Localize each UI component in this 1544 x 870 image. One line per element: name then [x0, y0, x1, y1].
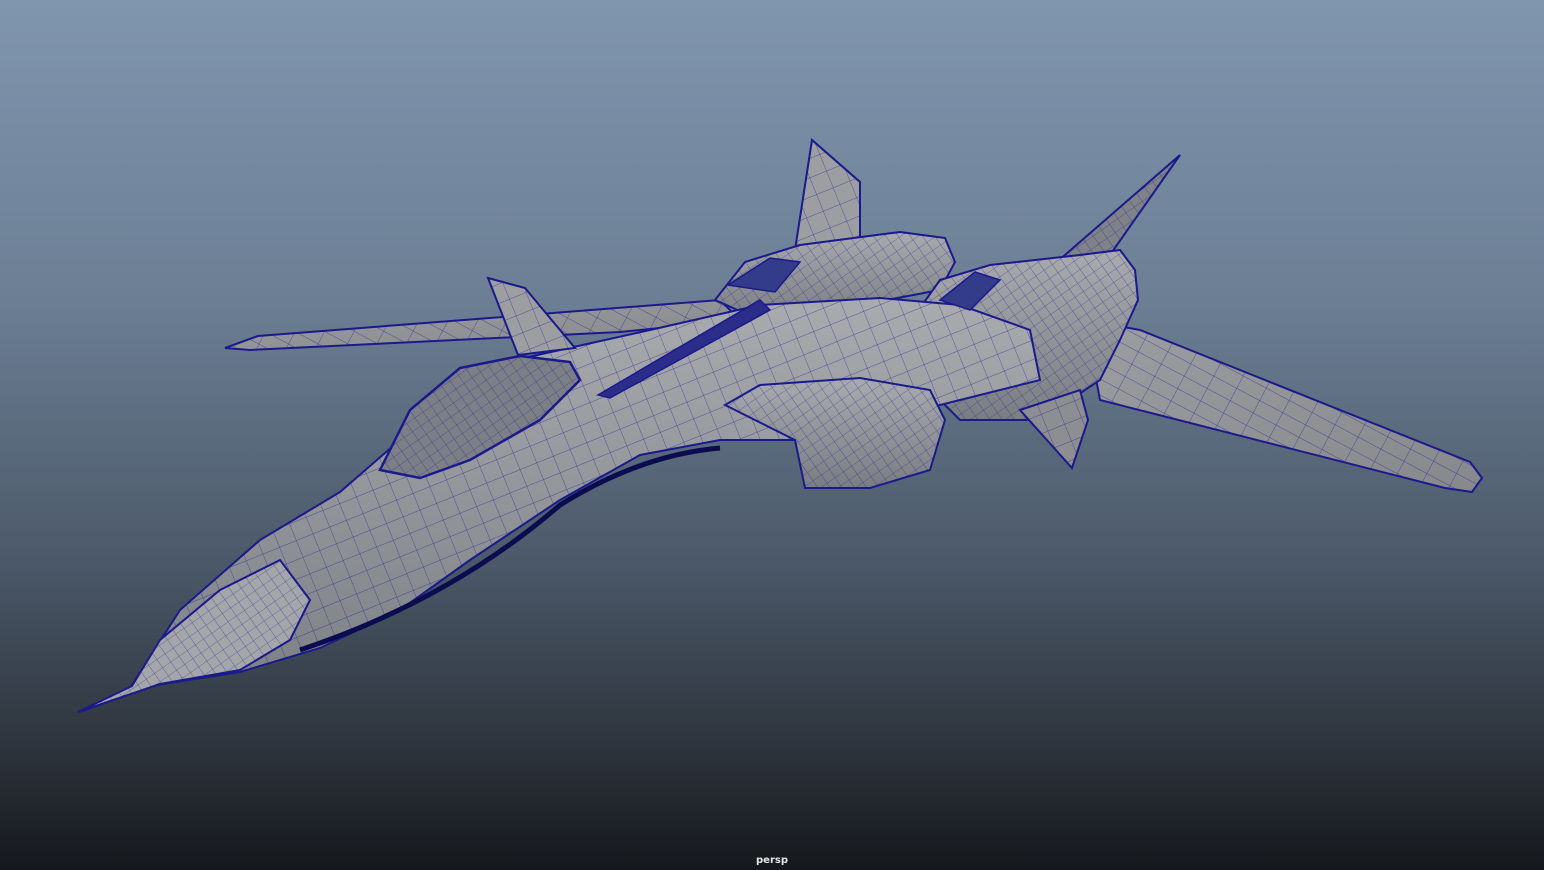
- camera-name-label: persp: [756, 855, 788, 866]
- right-wing[interactable]: [1083, 318, 1484, 494]
- jet-wireframe-model[interactable]: [0, 0, 1544, 870]
- maya-perspective-viewport[interactable]: persp: [0, 0, 1544, 870]
- nose-cone[interactable]: [77, 558, 312, 713]
- left-vertical-fin[interactable]: [793, 138, 861, 252]
